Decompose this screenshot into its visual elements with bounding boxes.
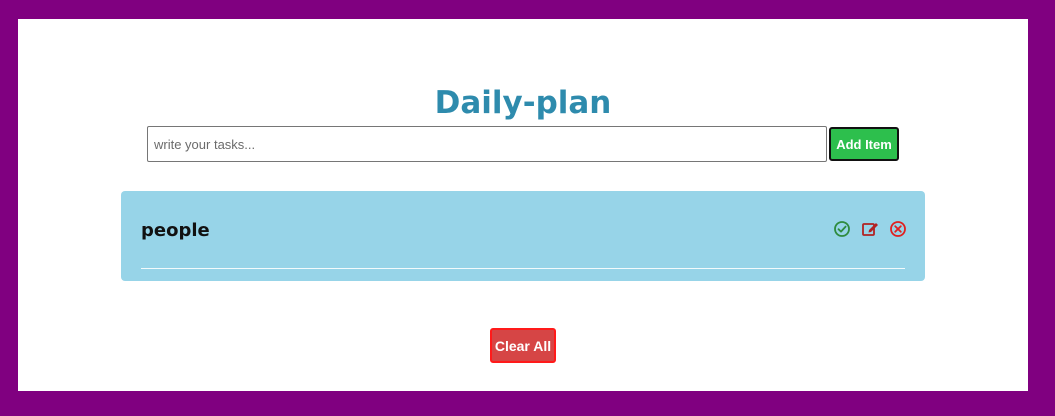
task-actions <box>833 220 907 238</box>
add-item-button[interactable]: Add Item <box>829 127 899 161</box>
clear-all-button[interactable]: Clear All <box>490 328 556 363</box>
app-container: Daily-plan Add Item people <box>18 19 1028 391</box>
page-title: Daily-plan <box>434 85 612 121</box>
item-divider <box>141 268 905 269</box>
edit-icon[interactable] <box>861 220 879 238</box>
task-text: people <box>141 220 210 241</box>
task-input[interactable] <box>147 126 827 162</box>
task-list: people <box>121 191 925 281</box>
close-circle-icon[interactable] <box>889 220 907 238</box>
check-circle-icon[interactable] <box>833 220 851 238</box>
